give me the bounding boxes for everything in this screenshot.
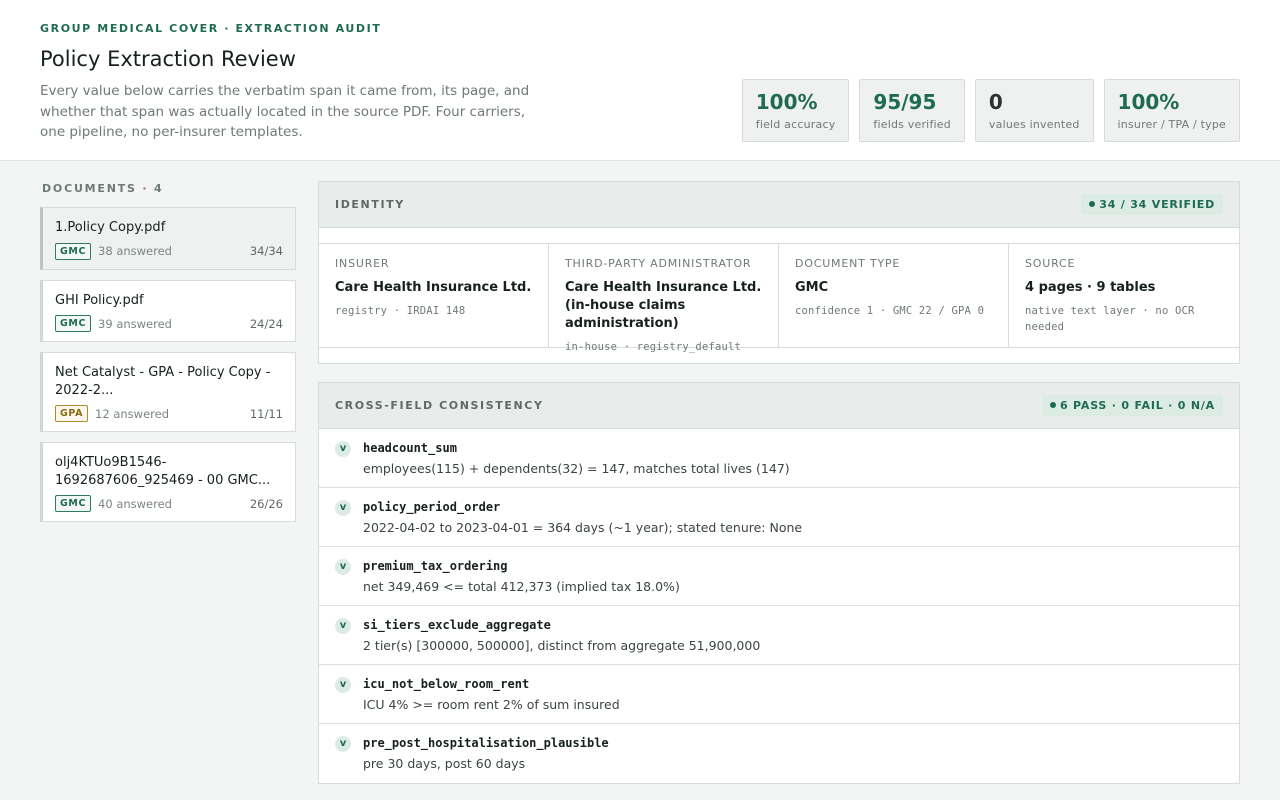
- check-name: icu_not_below_room_rent: [363, 677, 530, 691]
- doc-type-badge: GMC: [55, 495, 92, 512]
- stat-label: values invented: [988, 118, 1080, 131]
- check-row: v policy_period_order 2022-04-02 to 2023…: [319, 488, 1239, 547]
- doc-type-badge: GPA: [55, 405, 89, 422]
- check-name: headcount_sum: [363, 441, 457, 455]
- document-item[interactable]: 1.Policy Copy.pdf GMC 38 answered 34/34: [40, 207, 296, 270]
- check-description: ICU 4% >= room rent 2% of sum insured: [363, 697, 620, 712]
- field-label: SOURCE: [1025, 257, 1076, 270]
- verified-count: 34/34: [249, 244, 283, 258]
- panel-title: CROSS-FIELD CONSISTENCY: [335, 399, 544, 412]
- stat-insurer-tpa-type: 100% insurer / TPA / type: [1103, 79, 1240, 142]
- check-name: si_tiers_exclude_aggregate: [363, 618, 551, 632]
- check-list: v headcount_sum employees(115) + depende…: [319, 429, 1239, 783]
- document-name: olj4KTUo9B1546-1692687606_925469 - 00 GM…: [55, 455, 271, 488]
- identity-grid: INSURER Care Health Insurance Ltd. regis…: [319, 243, 1239, 353]
- document-meta: GMC 38 answered 34/34: [55, 242, 283, 260]
- check-pass-icon: v: [335, 500, 351, 516]
- verified-count: 24/24: [249, 316, 283, 331]
- check-name: premium_tax_ordering: [363, 559, 508, 573]
- field-value: Care Health Insurance Ltd.: [335, 280, 532, 295]
- stat-label: insurer / TPA / type: [1117, 118, 1226, 131]
- check-row: v icu_not_below_room_rent ICU 4% >= room…: [319, 665, 1239, 724]
- field-provenance: confidence 1 · GMC 22 / GPA 0: [795, 305, 985, 317]
- page-eyebrow: GROUP MEDICAL COVER · EXTRACTION AUDIT: [40, 22, 382, 35]
- check-description: net 349,469 <= total 412,373 (implied ta…: [363, 579, 680, 594]
- identity-tpa: THIRD-PARTY ADMINISTRATOR Care Health In…: [549, 244, 779, 353]
- field-label: INSURER: [335, 257, 390, 270]
- status-badge: 6 PASS · 0 FAIL · 0 N/A: [1041, 395, 1223, 416]
- check-description: pre 30 days, post 60 days: [363, 756, 526, 771]
- check-description: employees(115) + dependents(32) = 147, m…: [363, 461, 790, 476]
- identity-document-type: DOCUMENT TYPE GMC confidence 1 · GMC 22 …: [779, 244, 1009, 347]
- check-pass-icon: v: [335, 677, 351, 693]
- status-badge-text: 6 PASS · 0 FAIL · 0 N/A: [1059, 399, 1215, 412]
- document-item[interactable]: olj4KTUo9B1546-1692687606_925469 - 00 GM…: [40, 442, 296, 522]
- field-provenance: in-house · registry_default: [565, 341, 742, 353]
- answered-count: 12 answered: [95, 406, 169, 421]
- check-row: v si_tiers_exclude_aggregate 2 tier(s) […: [319, 606, 1239, 665]
- page-subtitle: Every value below carries the verbatim s…: [40, 83, 530, 140]
- field-value: Care Health Insurance Ltd. (in-house cla…: [565, 280, 762, 331]
- check-pass-icon: v: [335, 736, 351, 752]
- page-header: GROUP MEDICAL COVER · EXTRACTION AUDIT P…: [0, 0, 1280, 161]
- status-badge-text: 34 / 34 VERIFIED: [1099, 198, 1215, 211]
- stat-value: 100%: [1117, 90, 1180, 114]
- field-label: THIRD-PARTY ADMINISTRATOR: [565, 257, 752, 270]
- verified-count: 26/26: [249, 496, 283, 511]
- stat-fields-verified: 95/95 fields verified: [859, 79, 965, 142]
- answered-count: 38 answered: [98, 244, 172, 258]
- document-meta: GMC 39 answered 24/24: [55, 315, 283, 332]
- answered-count: 40 answered: [98, 496, 172, 511]
- document-name: GHI Policy.pdf: [55, 292, 144, 308]
- field-value: 4 pages · 9 tables: [1025, 280, 1156, 295]
- document-name: 1.Policy Copy.pdf: [55, 220, 166, 235]
- answered-count: 39 answered: [98, 316, 172, 331]
- check-name: pre_post_hospitalisation_plausible: [363, 736, 609, 750]
- stat-label: field accuracy: [755, 118, 836, 131]
- stat-label: fields verified: [873, 118, 951, 131]
- panel-title: IDENTITY: [335, 198, 405, 211]
- document-meta: GMC 40 answered 26/26: [55, 495, 283, 512]
- status-dot-icon: [1049, 402, 1056, 408]
- doc-type-badge: GMC: [55, 315, 92, 332]
- status-dot-icon: [1089, 201, 1096, 207]
- summary-stats: 100% field accuracy 95/95 fields verifie…: [741, 79, 1240, 142]
- field-provenance: native text layer · no OCR needed: [1025, 305, 1195, 333]
- document-item[interactable]: GHI Policy.pdf GMC 39 answered 24/24: [40, 279, 296, 342]
- check-pass-icon: v: [335, 559, 351, 575]
- field-provenance: registry · IRDAI 148: [335, 305, 466, 317]
- stat-field-accuracy: 100% field accuracy: [741, 79, 850, 142]
- document-name: Net Catalyst - GPA - Policy Copy - 2022-…: [55, 365, 271, 398]
- document-meta: GPA 12 answered 11/11: [55, 405, 283, 422]
- identity-panel: IDENTITY 34 / 34 VERIFIED INSURER Care H…: [318, 181, 1240, 364]
- check-name: policy_period_order: [363, 500, 501, 514]
- stat-value: 100%: [755, 90, 818, 114]
- identity-insurer: INSURER Care Health Insurance Ltd. regis…: [319, 244, 549, 347]
- document-item[interactable]: Net Catalyst - GPA - Policy Copy - 2022-…: [40, 352, 296, 432]
- page-title: Policy Extraction Review: [40, 47, 296, 71]
- field-value: GMC: [795, 280, 829, 295]
- document-list: 1.Policy Copy.pdf GMC 38 answered 34/34 …: [40, 207, 296, 532]
- identity-panel-header: IDENTITY 34 / 34 VERIFIED: [319, 182, 1239, 228]
- consistency-panel: CROSS-FIELD CONSISTENCY 6 PASS · 0 FAIL …: [318, 382, 1240, 784]
- stat-value: 95/95: [873, 90, 937, 114]
- verified-count: 11/11: [249, 406, 283, 421]
- check-description: 2 tier(s) [300000, 500000], distinct fro…: [363, 638, 761, 653]
- documents-heading: DOCUMENTS · 4: [42, 182, 164, 195]
- field-label: DOCUMENT TYPE: [795, 257, 901, 270]
- doc-type-badge: GMC: [55, 242, 92, 260]
- stat-values-invented: 0 values invented: [974, 79, 1094, 142]
- check-pass-icon: v: [335, 441, 351, 457]
- check-row: v premium_tax_ordering net 349,469 <= to…: [319, 547, 1239, 606]
- check-pass-icon: v: [335, 618, 351, 634]
- stat-value: 0: [988, 90, 1003, 114]
- identity-source: SOURCE 4 pages · 9 tables native text la…: [1009, 244, 1239, 347]
- check-description: 2022-04-02 to 2023-04-01 = 364 days (~1 …: [363, 520, 803, 535]
- check-row: v pre_post_hospitalisation_plausible pre…: [319, 724, 1239, 783]
- status-badge: 34 / 34 VERIFIED: [1081, 194, 1223, 215]
- check-row: v headcount_sum employees(115) + depende…: [319, 429, 1239, 488]
- consistency-panel-header: CROSS-FIELD CONSISTENCY 6 PASS · 0 FAIL …: [319, 383, 1239, 429]
